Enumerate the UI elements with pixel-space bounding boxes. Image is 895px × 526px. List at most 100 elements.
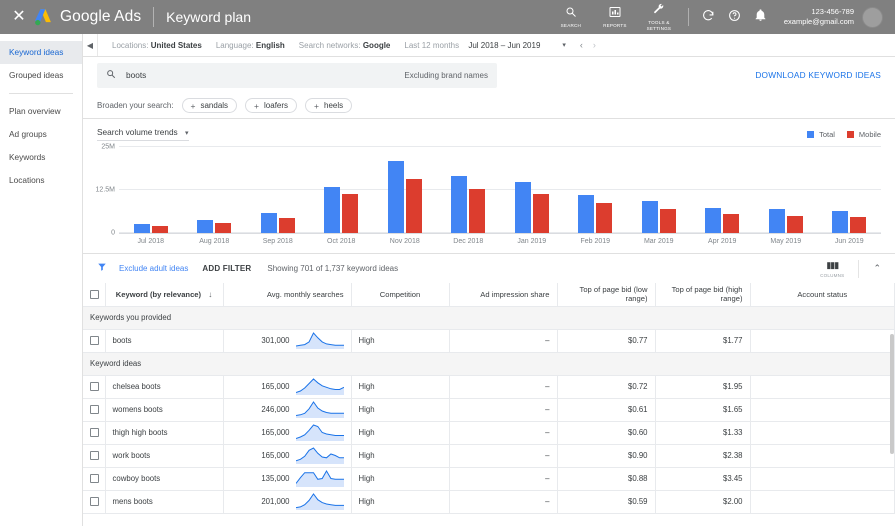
header-reports-button[interactable]: REPORTS — [593, 6, 637, 28]
avatar[interactable] — [862, 6, 883, 28]
table-toolbar-actions: ▮▮▮ COLUMNS ⌃ — [820, 259, 881, 278]
date-prev-icon[interactable]: ‹ — [580, 40, 583, 50]
row-checkbox[interactable] — [90, 405, 99, 414]
cell-bid-high: $2.00 — [655, 490, 751, 514]
brand-ads: Ads — [114, 8, 142, 25]
cell-keyword: boots — [105, 329, 224, 353]
chart-bar-group[interactable] — [691, 147, 755, 233]
table-row[interactable]: work boots 165,000 High – $0.90 $2.38 — [83, 444, 895, 468]
chart-bar-group[interactable] — [310, 147, 374, 233]
filter-locations-label: Locations: — [112, 40, 149, 50]
chart-bar-group[interactable] — [183, 147, 247, 233]
vertical-scrollbar[interactable] — [890, 334, 894, 454]
sidebar-collapse-icon[interactable]: ◀ — [83, 34, 98, 56]
cell-avg-monthly-searches: 165,000 — [223, 421, 352, 445]
broaden-chip-loafers[interactable]: + loafers — [245, 98, 298, 113]
column-header-keyword[interactable]: Keyword (by relevance) ↓ — [105, 283, 224, 307]
sidebar-item-ad-groups[interactable]: Ad groups — [0, 123, 82, 146]
header-tools-settings-button[interactable]: TOOLS & SETTINGS — [637, 3, 681, 31]
table-row[interactable]: thigh high boots 165,000 High – $0.60 $1.33 — [83, 421, 895, 445]
filter-networks[interactable]: Search networks: Google — [299, 41, 391, 50]
select-all-checkbox[interactable] — [90, 289, 99, 299]
account-info[interactable]: 123-456-789 example@gmail.com — [784, 7, 854, 27]
date-range-chevron-down-icon[interactable]: ▾ — [562, 41, 566, 49]
table-row[interactable]: boots 301,000 High – $0.77 $1.77 — [83, 329, 895, 353]
keyword-search-input[interactable]: boots Excluding brand names — [97, 62, 497, 88]
chart-x-tick-label: Feb 2019 — [580, 238, 611, 245]
chart-x-tick-label: Mar 2019 — [643, 238, 674, 245]
main-content: ◀ Locations: United States Language: Eng… — [83, 34, 895, 526]
select-all-header — [83, 283, 106, 307]
chart-metric-selector[interactable]: Search volume trends ▾ — [97, 127, 189, 141]
chart-bar-group[interactable] — [119, 147, 183, 233]
chart-bar-total — [578, 195, 595, 233]
filter-period-range: Jul 2018 – Jun 2019 — [468, 40, 541, 50]
row-checkbox[interactable] — [90, 336, 99, 345]
column-header-ad-impression-share[interactable]: Ad impression share — [449, 283, 558, 307]
column-header-avg-monthly-searches[interactable]: Avg. monthly searches — [223, 283, 352, 307]
chart-bar-total — [514, 182, 531, 233]
row-checkbox[interactable] — [90, 382, 99, 391]
legend-item-mobile: Mobile — [846, 130, 881, 139]
row-checkbox[interactable] — [90, 474, 99, 483]
exclude-adult-ideas-button[interactable]: Exclude adult ideas — [119, 264, 188, 273]
row-checkbox[interactable] — [90, 451, 99, 460]
chart-bar-group[interactable] — [437, 147, 501, 233]
cell-bid-high: $1.77 — [655, 329, 751, 353]
row-checkbox[interactable] — [90, 428, 99, 437]
table-row[interactable]: mens boots 201,000 High – $0.59 $2.00 — [83, 490, 895, 514]
table-row[interactable]: womens boots 246,000 High – $0.61 $1.65 — [83, 398, 895, 422]
download-keyword-ideas-button[interactable]: DOWNLOAD KEYWORD IDEAS — [755, 70, 881, 80]
date-next-icon[interactable]: › — [593, 40, 596, 50]
filter-date-range[interactable]: Last 12 months Jul 2018 – Jun 2019 — [404, 41, 540, 50]
chart-bar-group[interactable] — [564, 147, 628, 233]
search-icon — [565, 6, 577, 21]
header-search-button[interactable]: SEARCH — [549, 6, 593, 28]
cell-avg-monthly-searches: 246,000 — [223, 398, 352, 422]
sidebar-item-plan-overview[interactable]: Plan overview — [0, 100, 82, 123]
header-search-caption: SEARCH — [560, 22, 582, 28]
chart-bar-mobile — [723, 214, 740, 233]
chart-bar-group[interactable] — [627, 147, 691, 233]
chart-bar-group[interactable] — [754, 147, 818, 233]
table-section-title: Keyword ideas — [83, 352, 895, 376]
cell-account-status — [750, 444, 895, 468]
close-icon[interactable]: ✕ — [8, 9, 30, 25]
column-header-account-status[interactable]: Account status — [750, 283, 895, 307]
table-row[interactable]: chelsea boots 165,000 High – $0.72 $1.95 — [83, 375, 895, 399]
filter-locations[interactable]: Locations: United States — [112, 41, 202, 50]
cell-bid-low: $0.90 — [557, 444, 656, 468]
chart-bar-group[interactable] — [373, 147, 437, 233]
notifications-button[interactable] — [748, 9, 774, 25]
sidebar-item-locations[interactable]: Locations — [0, 169, 82, 192]
column-header-competition[interactable]: Competition — [351, 283, 450, 307]
filter-language[interactable]: Language: English — [216, 41, 285, 50]
collapse-chevron-up-icon[interactable]: ⌃ — [873, 263, 881, 274]
help-button[interactable] — [722, 9, 748, 25]
chart-bar-group[interactable] — [246, 147, 310, 233]
header-action-divider — [687, 8, 689, 26]
chart-bar-group[interactable] — [500, 147, 564, 233]
cell-competition: High — [351, 329, 450, 353]
chart-plot-area: 25M 12.5M 0 — [96, 144, 882, 237]
table-row[interactable]: cowboy boots 135,000 High – $0.88 $3.45 — [83, 467, 895, 491]
cell-bid-low: $0.59 — [557, 490, 656, 514]
column-header-bid-low[interactable]: Top of page bid (low range) — [557, 283, 656, 307]
refresh-button[interactable] — [696, 9, 722, 25]
columns-button[interactable]: ▮▮▮ COLUMNS — [820, 260, 844, 278]
chip-label: sandals — [200, 101, 229, 110]
chart-bar-total — [197, 220, 214, 233]
broaden-chip-heels[interactable]: + heels — [305, 98, 353, 113]
broaden-chip-sandals[interactable]: + sandals — [181, 98, 238, 113]
header-actions: SEARCH REPORTS TOOLS & SETTINGS 123-456-… — [549, 0, 887, 34]
row-select-cell — [83, 375, 106, 399]
filter-icon[interactable] — [97, 262, 107, 275]
row-checkbox[interactable] — [90, 497, 99, 506]
chart-bar-group[interactable] — [818, 147, 882, 233]
sidebar-item-grouped-ideas[interactable]: Grouped ideas — [0, 64, 82, 87]
sidebar-item-keywords[interactable]: Keywords — [0, 146, 82, 169]
sidebar-item-keyword-ideas[interactable]: Keyword ideas — [0, 41, 82, 64]
column-header-bid-high[interactable]: Top of page bid (high range) — [655, 283, 751, 307]
cell-ad-impression-share: – — [449, 490, 558, 514]
add-filter-button[interactable]: ADD FILTER — [202, 264, 251, 273]
